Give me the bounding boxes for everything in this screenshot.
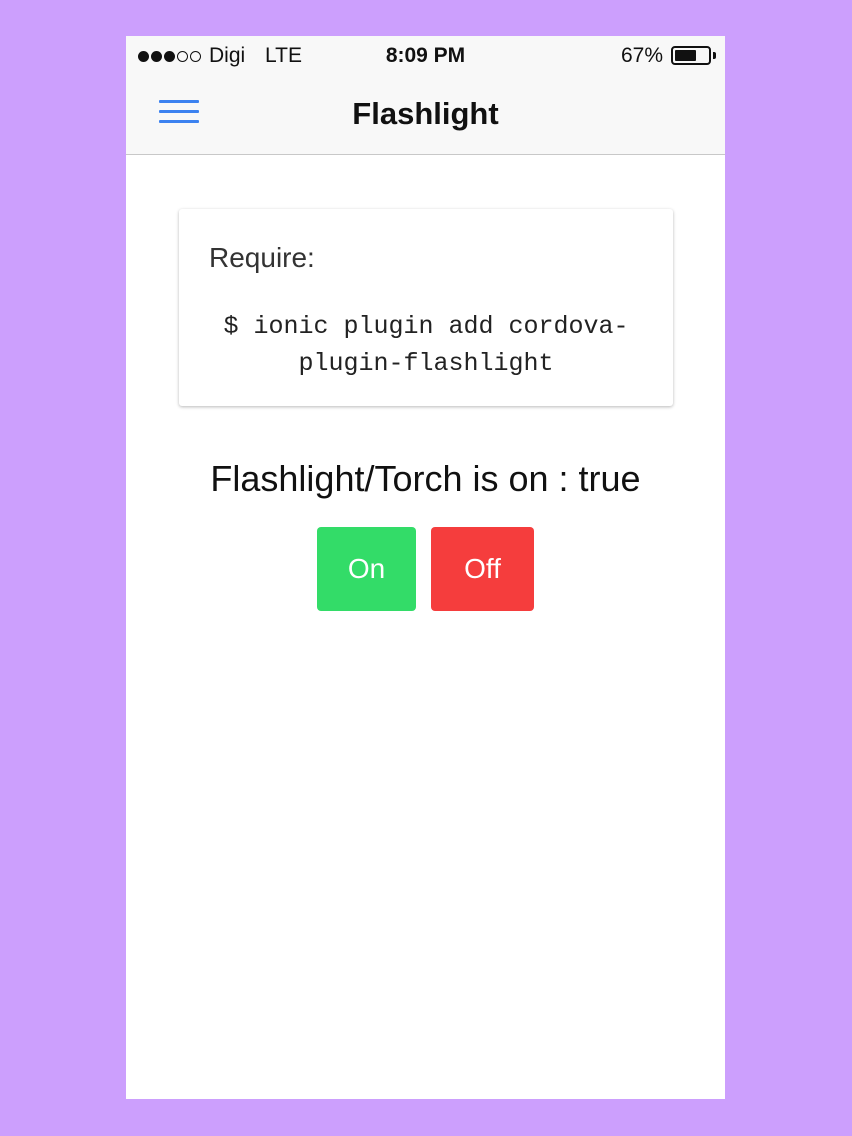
install-command: $ ionic plugin add cordova-plugin-flashl… <box>223 312 629 378</box>
flashlight-status-text: Flashlight/Torch is on : true <box>210 458 641 499</box>
requirement-card: Require: $ ionic plugin add cordova-plug… <box>179 209 673 406</box>
phone-screen: Digi LTE 8:09 PM 67% Flashlight Require:… <box>126 36 725 1099</box>
battery-fill <box>675 50 696 61</box>
battery-percentage: 67% <box>620 44 663 67</box>
battery-tip <box>713 52 716 59</box>
off-button[interactable]: Off <box>431 527 534 611</box>
on-button[interactable]: On <box>317 527 416 611</box>
page-title: Flashlight <box>352 96 499 131</box>
status-bar: Digi LTE 8:09 PM 67% <box>126 36 725 76</box>
card-title: Require: <box>209 242 315 273</box>
battery-icon <box>671 46 711 65</box>
nav-bar: Flashlight <box>126 76 725 155</box>
